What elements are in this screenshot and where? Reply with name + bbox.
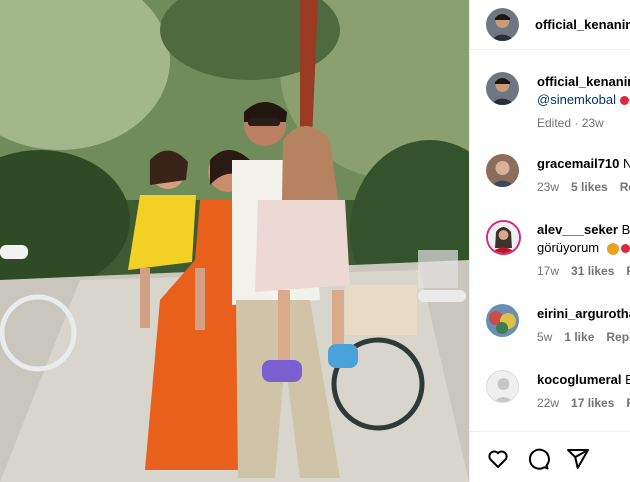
photo-illustration — [0, 0, 469, 482]
share-icon[interactable] — [566, 447, 590, 471]
comment-username[interactable]: gracemail710 — [537, 156, 619, 171]
comment-age: 23w — [537, 180, 560, 194]
comment-line: eirini_argurotha — [537, 306, 630, 321]
comment-icon[interactable] — [526, 447, 550, 471]
comment-age: 22w — [537, 396, 560, 410]
comment-text: N — [623, 156, 630, 171]
comment: gracemail710 N 23w 5 likes Rep — [470, 150, 630, 200]
comment-text-2: görüyorum — [537, 240, 600, 255]
reply-button[interactable]: Rep — [620, 180, 630, 194]
comment-line: kocoglumeral E — [537, 372, 630, 387]
commenter-avatar[interactable] — [486, 220, 521, 255]
comment-likes[interactable]: 5 likes — [571, 180, 608, 194]
commenter-avatar[interactable] — [486, 154, 519, 187]
post-photo[interactable] — [0, 0, 469, 482]
caption: official_kenanim @sinemkobal Edited · 23… — [470, 66, 630, 136]
comment-likes[interactable]: 31 likes — [571, 264, 614, 278]
comment-line-2: görüyorum — [537, 240, 630, 255]
comment-line: gracemail710 N — [537, 156, 630, 171]
comment-meta: 17w 31 likes R — [537, 264, 630, 278]
comment-username[interactable]: kocoglumeral — [537, 372, 622, 387]
post-header: official_kenanim — [470, 0, 630, 50]
reply-button[interactable]: Reply — [606, 330, 630, 344]
comment-meta: 22w 17 likes R — [537, 396, 630, 410]
author-username[interactable]: official_kenanim — [535, 17, 630, 32]
commenter-avatar-default[interactable] — [486, 370, 519, 403]
comments-panel: official_kenanim official_kenanim @sinem… — [469, 0, 630, 482]
author-avatar[interactable] — [486, 8, 519, 41]
reply-button[interactable]: R — [626, 264, 630, 278]
heart-icon[interactable] — [486, 447, 510, 471]
comment-age: 17w — [537, 264, 560, 278]
comment-age: 5w — [537, 330, 553, 344]
comment-text: E — [625, 372, 630, 387]
comment-likes[interactable]: 1 like — [564, 330, 594, 344]
caption-text: @sinemkobal — [537, 92, 629, 107]
comment-likes[interactable]: 17 likes — [571, 396, 614, 410]
post-viewer: official_kenanim official_kenanim @sinem… — [0, 0, 630, 482]
caption-avatar[interactable] — [486, 72, 519, 105]
caption-mention[interactable]: @sinemkobal — [537, 92, 616, 107]
heart-emoji-icon — [620, 244, 630, 254]
comment-username[interactable]: alev___seker — [537, 222, 618, 237]
reply-button[interactable]: R — [626, 396, 630, 410]
comment-meta: 5w 1 like Reply — [537, 330, 630, 344]
caption-meta: Edited · 23w — [537, 116, 604, 130]
action-bar — [470, 431, 630, 482]
comment-text: Be — [621, 222, 630, 237]
commenter-avatar[interactable] — [486, 304, 519, 337]
star-eyes-emoji-icon — [606, 242, 619, 255]
heart-emoji-icon — [619, 96, 629, 106]
caption-username[interactable]: official_kenanim — [537, 74, 630, 89]
comment-username[interactable]: eirini_argurotha — [537, 306, 630, 321]
comment: eirini_argurotha 5w 1 like Reply — [470, 300, 630, 350]
comment-meta: 23w 5 likes Rep — [537, 180, 630, 194]
comment-line: alev___seker Be — [537, 222, 630, 237]
comment: alev___seker Be görüyorum 17w 31 likes R — [470, 216, 630, 284]
comment: kocoglumeral E 22w 17 likes R — [470, 366, 630, 416]
